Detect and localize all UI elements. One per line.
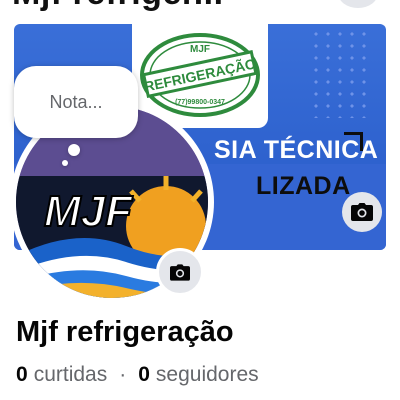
stats-separator: ·	[119, 363, 127, 386]
cover-bracket-decoration	[344, 132, 363, 151]
cover-dot-pattern	[310, 28, 374, 118]
avatar-logo-text: MJF	[44, 187, 133, 236]
profile-stats: 0 curtidas · 0 seguidores	[16, 363, 259, 387]
followers-count[interactable]: 0	[138, 363, 150, 387]
profile-name: Mjf refrigeração	[16, 316, 234, 348]
stamp-main-text: REFRIGERAÇÃO	[143, 54, 258, 94]
top-action-button[interactable]	[338, 0, 378, 8]
edit-profile-photo-button[interactable]	[156, 248, 204, 296]
refrigeracao-stamp-logo: MJF REFRIGERAÇÃO (77)99800-0347	[140, 33, 260, 117]
top-page-title: Mjf refriger...	[12, 0, 224, 13]
cover-heading-line-2: LIZADA	[256, 172, 351, 200]
stamp-phone-text: (77)99800-0347	[175, 99, 225, 106]
stamp-top-text: MJF	[190, 44, 210, 55]
note-bubble-dot-small	[62, 160, 68, 166]
note-bubble[interactable]: Nota...	[14, 66, 138, 138]
followers-label[interactable]: seguidores	[156, 363, 259, 387]
note-placeholder: Nota...	[49, 91, 103, 112]
likes-label[interactable]: curtidas	[34, 363, 108, 387]
likes-count[interactable]: 0	[16, 363, 28, 387]
edit-cover-photo-button[interactable]	[342, 192, 382, 232]
note-bubble-dot	[68, 144, 80, 156]
camera-icon	[170, 263, 190, 281]
camera-icon	[351, 203, 373, 221]
